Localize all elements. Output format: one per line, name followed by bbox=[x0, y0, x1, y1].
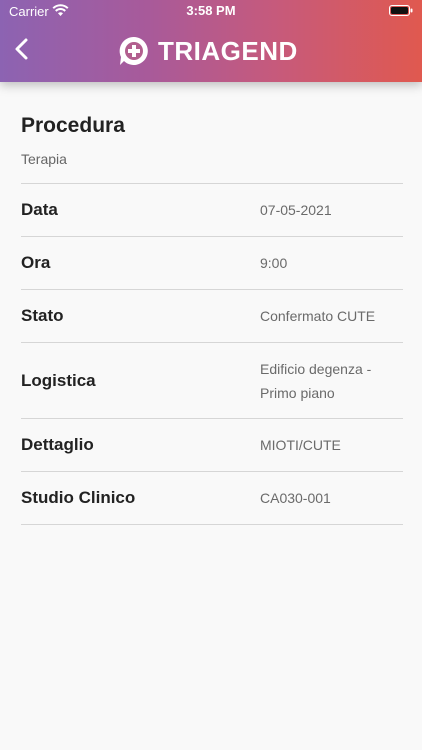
procedure-type: Terapia bbox=[21, 151, 67, 167]
detail-value: 07-05-2021 bbox=[260, 202, 332, 218]
detail-value: Confermato CUTE bbox=[260, 308, 376, 324]
procedure-title: Procedura bbox=[21, 114, 125, 137]
battery-icon bbox=[389, 5, 413, 16]
detail-label: Studio Clinico bbox=[21, 488, 136, 507]
chevron-left-icon[interactable] bbox=[10, 36, 36, 62]
detail-value: Edificio degenza - Primo piano bbox=[260, 360, 372, 401]
detail-row-ora: Ora 9:00 bbox=[21, 237, 403, 290]
detail-value: 9:00 bbox=[260, 255, 288, 271]
detail-label: Dettaglio bbox=[21, 435, 94, 454]
detail-value: CA030-001 bbox=[260, 490, 331, 506]
detail-row-studio-clinico: Studio Clinico CA030-001 bbox=[21, 472, 403, 525]
medical-chat-icon bbox=[119, 36, 148, 65]
brand-name: TRIAGEND bbox=[158, 35, 298, 66]
procedure-details: Procedura Terapia Data 07-05-2021 Ora 9:… bbox=[21, 82, 403, 525]
detail-label: Logistica bbox=[21, 370, 96, 390]
detail-label: Stato bbox=[21, 306, 64, 325]
detail-value: MIOTI/CUTE bbox=[260, 437, 341, 453]
detail-row-stato: Stato Confermato CUTE bbox=[21, 290, 403, 343]
detail-label: Ora bbox=[21, 253, 51, 272]
app-header: Carrier 3:58 PM TRIAGEND bbox=[0, 0, 422, 82]
brand-logo: TRIAGEND bbox=[118, 34, 298, 68]
detail-row-data: Data 07-05-2021 bbox=[21, 184, 403, 237]
status-time: 3:58 PM bbox=[186, 3, 236, 18]
details-list: Data 07-05-2021 Ora 9:00 Stato Confermat… bbox=[21, 183, 403, 525]
status-bar: Carrier 3:58 PM bbox=[0, 0, 422, 22]
detail-row-dettaglio: Dettaglio MIOTI/CUTE bbox=[21, 419, 403, 472]
detail-label: Data bbox=[21, 200, 58, 219]
detail-row-logistica: Logistica Edificio degenza - Primo piano bbox=[21, 343, 403, 419]
